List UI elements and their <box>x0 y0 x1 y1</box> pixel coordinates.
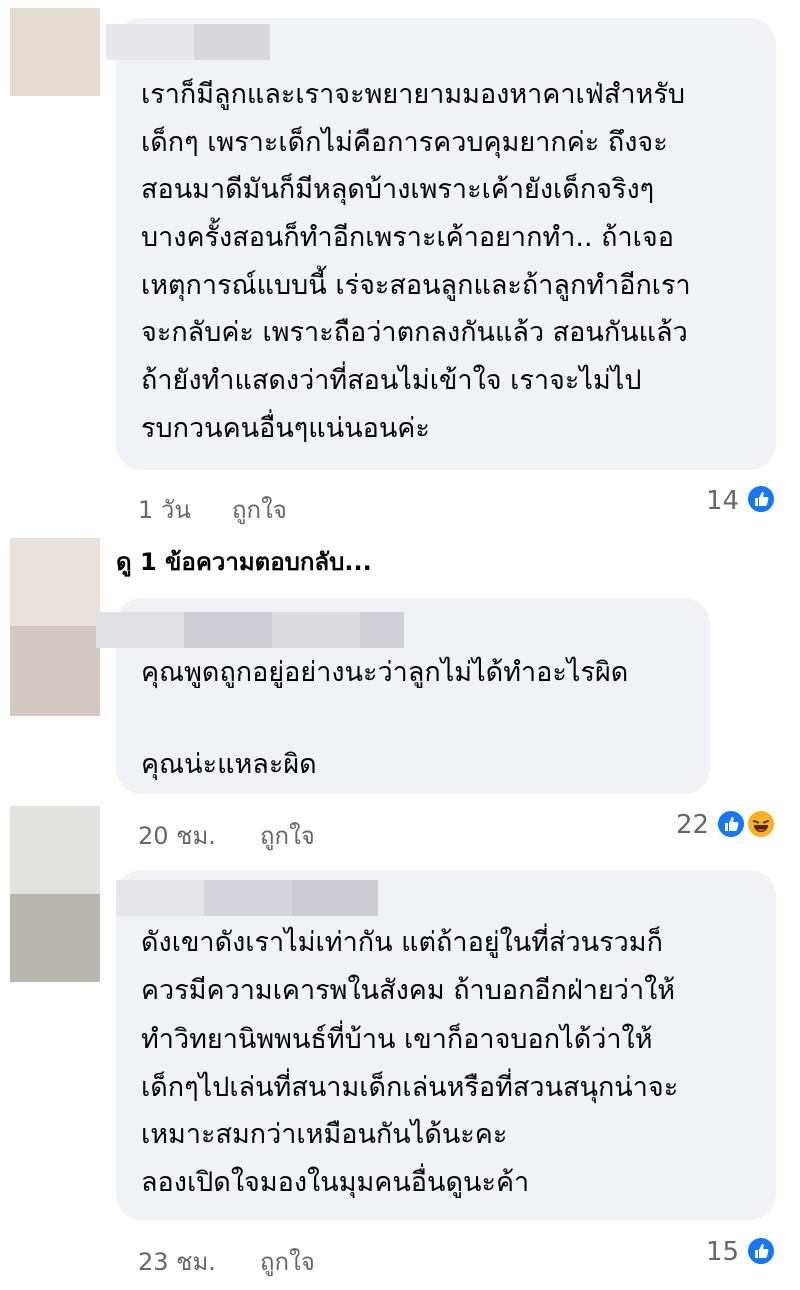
avatar[interactable] <box>10 8 100 96</box>
comment-text-line: จะกลับค่ะ เพราะถือว่าตกลงกันแล้ว สอนกันแ… <box>141 317 688 348</box>
comment-timestamp[interactable]: 20 ชม. <box>138 816 216 855</box>
comment-text-line: รบกวนคนอื่นๆแน่นอนค่ะ <box>141 413 430 444</box>
comment-timestamp[interactable]: 1 วัน <box>138 490 191 529</box>
comment-text-line: เหตุการณ์แบบนี้ เร่จะสอนลูกและถ้าลูกทำอี… <box>141 270 691 301</box>
haha-reaction-icon <box>746 809 776 839</box>
comment-text-line: ทำวิทยานิพพนธ์ที่บ้าน เขาก็อาจบอกได้ว่าใ… <box>141 1024 653 1055</box>
comment-text-line: เด็กๆไปเล่นที่สนามเด็กเล่นหรือที่สวนสนุก… <box>141 1072 679 1103</box>
reaction-count[interactable]: 14 <box>706 486 739 516</box>
author-name-blurred[interactable] <box>96 612 404 648</box>
reply-avatar-stub <box>10 538 100 626</box>
like-button[interactable]: ถูกใจ <box>260 1242 315 1281</box>
like-button[interactable]: ถูกใจ <box>260 816 315 855</box>
author-name-blurred[interactable] <box>106 24 270 60</box>
comment-bubble: ดังเขาดังเราไม่เท่ากัน แต่ถ้าอยู่ในที่ส่… <box>116 870 776 1220</box>
like-reaction-icon <box>746 1236 776 1266</box>
comment-text-line: เราก็มีลูกและเราจะพยายามมองหาคาเฟ่สำหรับ <box>141 79 685 110</box>
reaction-count[interactable]: 15 <box>706 1237 739 1267</box>
reaction-count[interactable]: 22 <box>676 810 709 840</box>
comment-text-line: เด็กๆ เพราะเด็กไม่คือการควบคุมยากค่ะ ถึง… <box>141 127 668 158</box>
author-name-blurred[interactable] <box>116 880 378 916</box>
like-reaction-icon <box>746 484 776 514</box>
avatar[interactable] <box>10 806 100 982</box>
avatar[interactable] <box>10 626 100 716</box>
comment-timestamp[interactable]: 23 ชม. <box>138 1242 216 1281</box>
comment-text-line: คุณน่ะแหละผิด <box>141 749 317 780</box>
like-button[interactable]: ถูกใจ <box>232 490 287 529</box>
like-reaction-icon <box>716 809 746 839</box>
comment-text-line: ลองเปิดใจมองในมุมคนอื่นดูนะค้า <box>141 1167 530 1198</box>
view-replies-link[interactable]: ดู 1 ข้อความตอบกลับ... <box>116 542 372 581</box>
comment-text-line: เหมาะสมกว่าเหมือนกันได้นะคะ <box>141 1119 508 1150</box>
comment-text-line: ดังเขาดังเราไม่เท่ากัน แต่ถ้าอยู่ในที่ส่… <box>141 927 663 958</box>
comment-text-line: ถ้ายังทำแสดงว่าที่สอนไม่เข้าใจ เราจะไม่ไ… <box>141 365 642 396</box>
comment-text-line: ควรมีความเคารพในสังคม ถ้าบอกอีกฝ่ายว่าให… <box>141 975 676 1006</box>
comment-text-line: คุณพูดถูกอยู่อย่างนะว่าลูกไม่ได้ทำอะไรผิ… <box>141 657 629 688</box>
comment-text-line: สอนมาดีมันก็มีหลุดบ้างเพราะเค้ายังเด็กจร… <box>141 174 655 205</box>
comment-text-line: บางครั้งสอนก็ทำอีกเพราะเค้าอยากทำ.. ถ้าเ… <box>141 222 674 253</box>
comment-bubble: เราก็มีลูกและเราจะพยายามมองหาคาเฟ่สำหรับ… <box>116 18 776 470</box>
